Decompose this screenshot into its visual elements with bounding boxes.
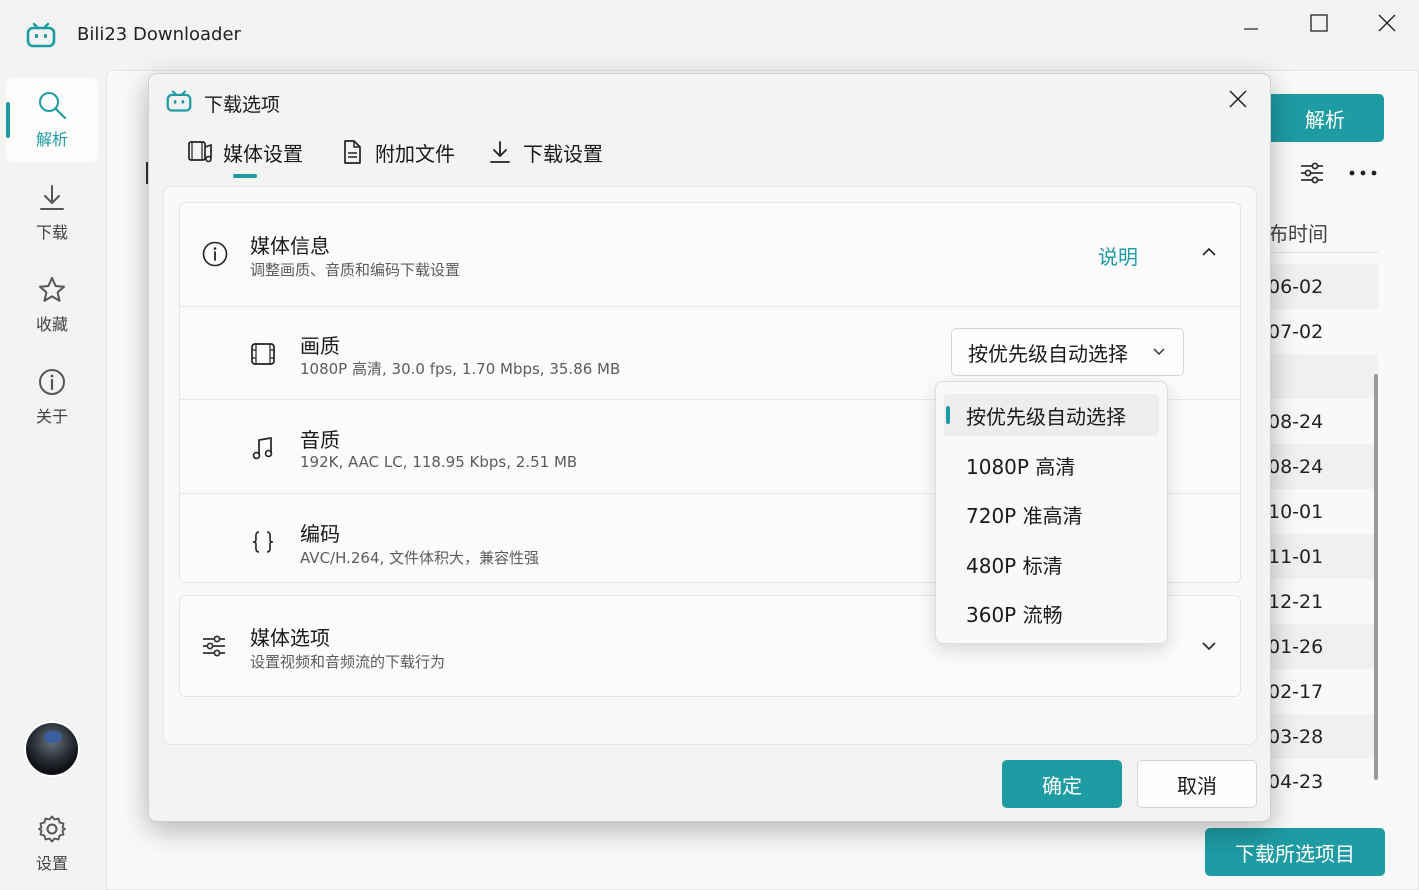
sidebar-item-about[interactable]: 关于	[6, 355, 98, 439]
table-row[interactable]: 07-02	[1268, 309, 1378, 354]
document-icon	[344, 140, 361, 164]
sidebar-item-settings[interactable]: 设置	[6, 802, 98, 886]
maximize-button[interactable]	[1296, 8, 1342, 38]
dropdown-option-720p[interactable]: 720P 准高清	[944, 493, 1159, 535]
table-row[interactable]	[1268, 354, 1378, 399]
tab-label: 媒体设置	[223, 141, 303, 166]
quality-title: 画质	[300, 334, 340, 358]
tab-download-settings[interactable]: 下载设置	[487, 136, 603, 168]
close-window-button[interactable]	[1364, 8, 1410, 38]
quality-select[interactable]: 按优先级自动选择	[951, 328, 1184, 376]
table-row[interactable]: 10-01	[1268, 489, 1378, 534]
bilibili-logo-icon	[166, 90, 192, 112]
dialog-title: 下载选项	[204, 94, 281, 116]
info-icon	[39, 369, 65, 395]
codec-title: 编码	[300, 522, 340, 546]
table-row[interactable]: 02-17	[1268, 669, 1378, 714]
close-icon	[1378, 14, 1396, 32]
close-icon	[1229, 90, 1247, 108]
filter-icon[interactable]	[1299, 160, 1325, 186]
codec-description: AVC/H.264, 文件体积大，兼容性强	[300, 549, 540, 567]
sidebar-item-favorites[interactable]: 收藏	[6, 263, 98, 347]
sidebar: 解析 下载 收藏 关于 设置	[0, 70, 104, 890]
explanation-link[interactable]: 说明	[1098, 241, 1138, 270]
column-header-publish-time[interactable]: 布时间	[1268, 218, 1328, 247]
table-scrollbar[interactable]	[1374, 374, 1378, 780]
tab-label: 附加文件	[375, 141, 455, 166]
sidebar-item-label: 下载	[35, 223, 68, 242]
parse-button[interactable]: 解析	[1266, 94, 1384, 142]
confirm-button[interactable]: 确定	[1002, 760, 1122, 808]
table-row[interactable]: 11-01	[1268, 534, 1378, 579]
dropdown-option-480p[interactable]: 480P 标清	[944, 543, 1159, 585]
sidebar-item-parse[interactable]: 解析	[6, 78, 98, 162]
sidebar-item-label: 关于	[35, 407, 68, 426]
chevron-down-icon[interactable]	[1201, 640, 1217, 652]
table-row[interactable]: 03-28	[1268, 714, 1378, 759]
audio-title: 音质	[300, 428, 340, 452]
table-row[interactable]: 12-21	[1268, 579, 1378, 624]
braces-icon	[252, 531, 274, 553]
bilibili-logo-icon	[26, 22, 56, 48]
avatar[interactable]	[24, 721, 80, 777]
maximize-icon	[1310, 14, 1328, 32]
quality-description: 1080P 高清, 30.0 fps, 1.70 Mbps, 35.86 MB	[300, 360, 621, 378]
sidebar-item-label: 设置	[35, 854, 68, 873]
active-tab-indicator	[233, 174, 257, 178]
tab-label: 下载设置	[523, 141, 603, 166]
minimize-button[interactable]	[1228, 8, 1274, 38]
quality-select-value: 按优先级自动选择	[968, 341, 1128, 366]
table-row[interactable]: 08-24	[1268, 399, 1378, 444]
chevron-down-icon	[1153, 348, 1165, 356]
media-options-title: 媒体选项	[250, 626, 330, 650]
header-divider	[1268, 252, 1378, 253]
star-icon	[39, 277, 65, 302]
media-options-description: 设置视频和音频流的下载行为	[250, 653, 446, 671]
dialog-close-button[interactable]	[1223, 84, 1253, 114]
quality-dropdown-list: 按优先级自动选择 1080P 高清 720P 准高清 480P 标清 360P …	[935, 381, 1168, 644]
title-bar: Bili23 Downloader	[0, 0, 1419, 70]
gear-icon	[38, 815, 66, 843]
media-settings-icon	[188, 141, 212, 163]
search-icon	[39, 92, 67, 120]
sidebar-item-label: 收藏	[35, 315, 68, 334]
download-icon	[490, 141, 510, 163]
music-note-icon	[252, 437, 273, 460]
media-info-header[interactable]: 媒体信息 调整画质、音质和编码下载设置 说明	[180, 203, 1240, 306]
dropdown-option-360p[interactable]: 360P 流畅	[944, 592, 1159, 634]
sidebar-item-download[interactable]: 下载	[6, 171, 98, 255]
table-row[interactable]: 01-26	[1268, 624, 1378, 669]
tab-media-settings[interactable]: 媒体设置	[187, 136, 303, 168]
sidebar-item-label: 解析	[35, 130, 68, 149]
cancel-button[interactable]: 取消	[1137, 760, 1257, 808]
download-icon	[40, 185, 64, 210]
media-info-description: 调整画质、音质和编码下载设置	[250, 261, 461, 279]
more-icon[interactable]	[1348, 162, 1378, 184]
download-selected-button[interactable]: 下载所选项目	[1205, 828, 1385, 876]
chevron-up-icon[interactable]	[1201, 246, 1217, 258]
sliders-icon	[203, 635, 225, 657]
table-row[interactable]: 04-23	[1268, 759, 1378, 804]
table-row[interactable]: 06-02	[1268, 264, 1378, 309]
media-info-title: 媒体信息	[250, 234, 330, 258]
tab-attachments[interactable]: 附加文件	[339, 136, 455, 168]
dropdown-option-auto[interactable]: 按优先级自动选择	[944, 394, 1159, 436]
info-icon	[202, 241, 228, 267]
film-icon	[251, 343, 275, 365]
dropdown-option-1080p[interactable]: 1080P 高清	[944, 444, 1159, 486]
audio-description: 192K, AAC LC, 118.95 Kbps, 2.51 MB	[300, 453, 578, 471]
divider	[180, 306, 1240, 307]
app-title: Bili23 Downloader	[77, 24, 241, 45]
minimize-icon	[1244, 28, 1258, 30]
table-row[interactable]: 08-24	[1268, 444, 1378, 489]
